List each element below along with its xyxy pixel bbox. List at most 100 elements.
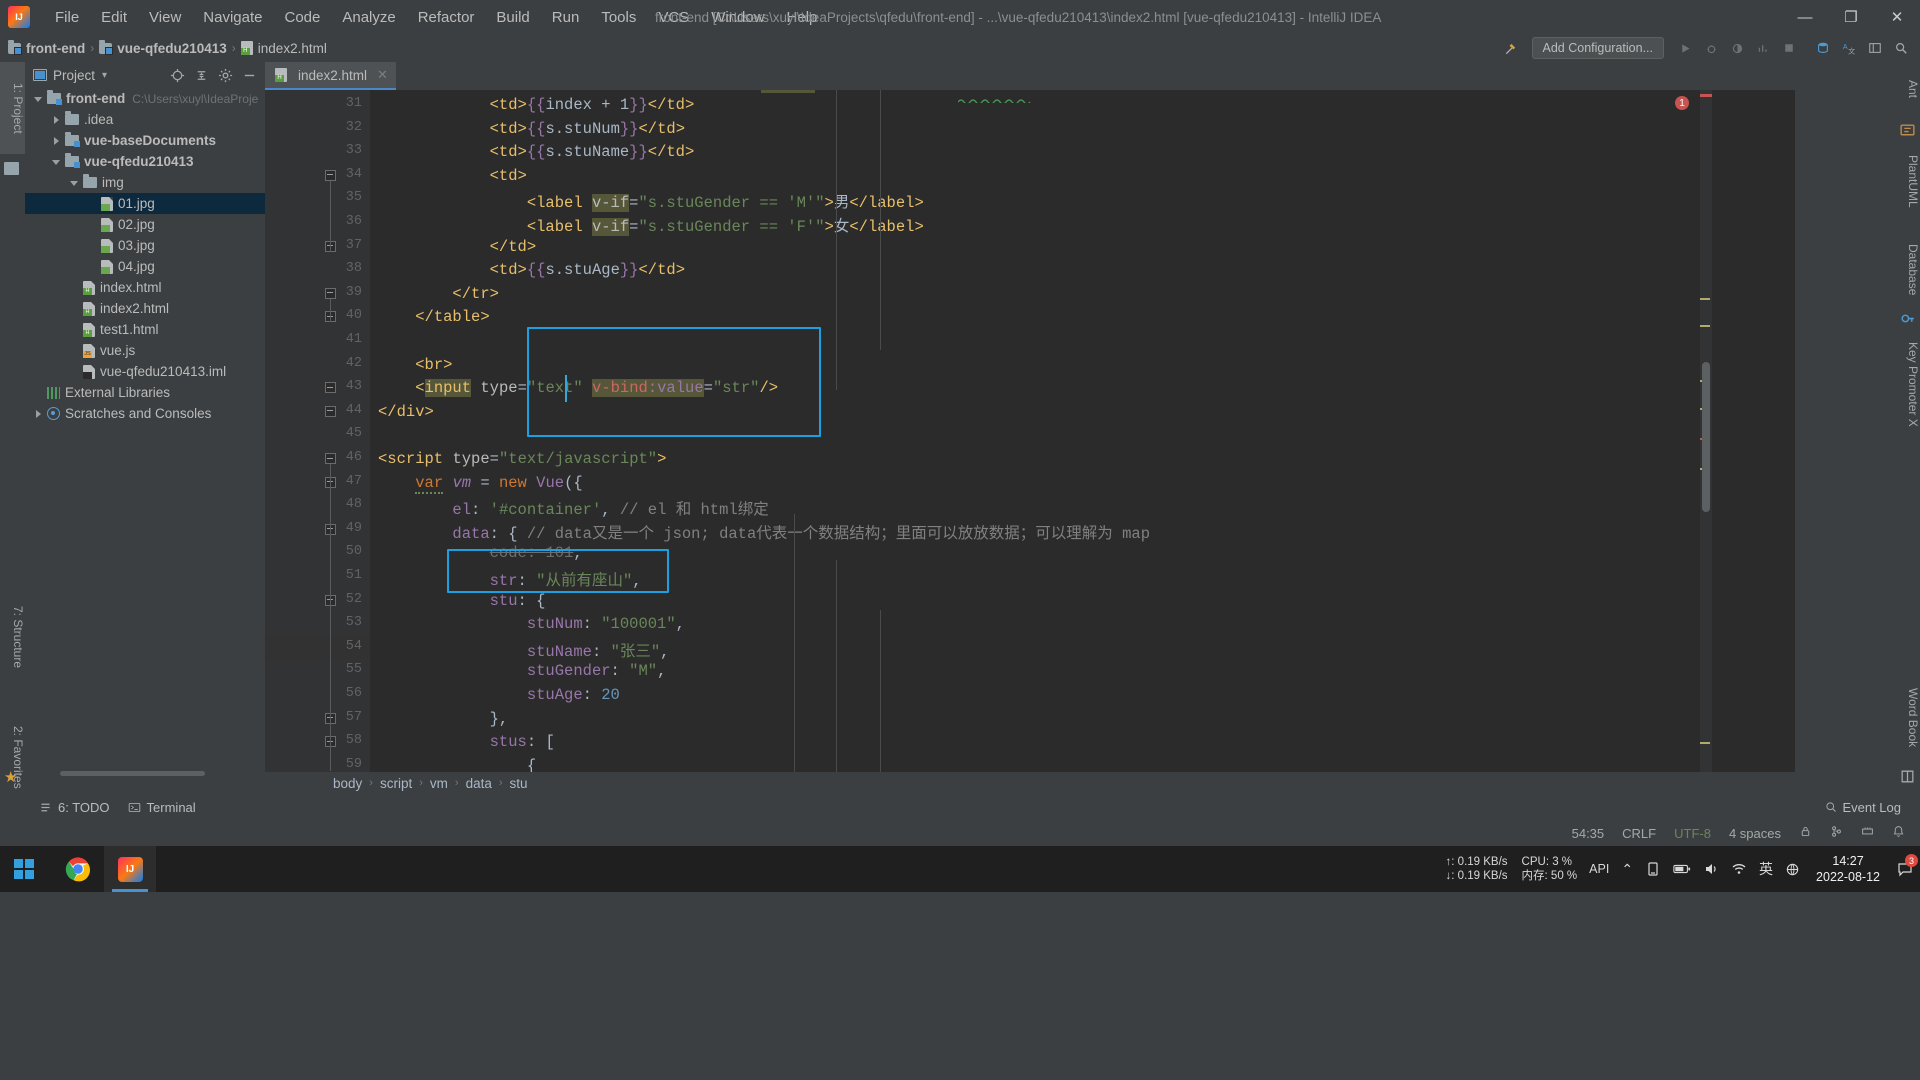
- menu-tools[interactable]: Tools: [590, 6, 647, 29]
- chevron-down-icon[interactable]: [33, 93, 44, 104]
- menu-navigate[interactable]: Navigate: [192, 6, 273, 29]
- code-content[interactable]: <td>{{index + 1}}</td> <td>{{s.stuNum}}<…: [370, 90, 1700, 780]
- breadcrumb-body[interactable]: body: [333, 776, 362, 791]
- sidebar-item-word-book[interactable]: Word Book: [1895, 672, 1920, 764]
- layout-settings-icon[interactable]: [1862, 36, 1888, 60]
- code-line[interactable]: <td>{{s.stuNum}}</td>: [378, 120, 685, 138]
- chevron-down-icon[interactable]: [69, 177, 80, 188]
- code-line[interactable]: stuName: "张三",: [378, 639, 670, 661]
- editor-marker[interactable]: [1700, 298, 1710, 300]
- plantuml-icon[interactable]: [1899, 122, 1916, 139]
- breadcrumb-data[interactable]: data: [466, 776, 492, 791]
- sidebar-item-project[interactable]: 1: Project: [0, 62, 25, 154]
- tree-item[interactable]: img: [25, 172, 265, 193]
- chevron-right-icon[interactable]: [51, 114, 62, 125]
- fold-toggle-icon[interactable]: [325, 453, 336, 464]
- chevron-down-icon[interactable]: [51, 156, 62, 167]
- maximize-button[interactable]: ❐: [1828, 0, 1874, 34]
- menu-edit[interactable]: Edit: [90, 6, 138, 29]
- locate-icon[interactable]: [165, 63, 189, 87]
- sidebar-item-key-promoter[interactable]: Key Promoter X: [1895, 330, 1920, 438]
- minimize-button[interactable]: —: [1782, 0, 1828, 34]
- code-line[interactable]: <td>{{s.stuName}}</td>: [378, 143, 695, 161]
- indent-setting[interactable]: 4 spaces: [1720, 826, 1790, 841]
- sidebar-item-structure[interactable]: 7: Structure: [0, 582, 25, 692]
- fold-toggle-icon[interactable]: [325, 405, 336, 417]
- code-line[interactable]: stuGender: "M",: [378, 662, 667, 680]
- breadcrumb-front-end[interactable]: front-end: [8, 39, 85, 56]
- project-horizontal-scrollbar[interactable]: [60, 771, 205, 776]
- folder-icon[interactable]: [4, 162, 19, 175]
- sidebar-item-plantuml[interactable]: PlantUML: [1895, 142, 1920, 220]
- api-label[interactable]: API: [1583, 862, 1615, 876]
- code-line[interactable]: <label v-if="s.stuGender == 'M'">男</labe…: [378, 190, 924, 213]
- settings-gear-icon[interactable]: [213, 63, 237, 87]
- code-line[interactable]: code: 101,: [378, 544, 583, 562]
- ime-settings-icon[interactable]: [1779, 862, 1806, 877]
- tree-item[interactable]: Scratches and Consoles: [25, 403, 265, 424]
- code-line[interactable]: el: '#container', // el 和 html绑定: [378, 497, 768, 519]
- key-promoter-icon[interactable]: [1899, 310, 1916, 327]
- breadcrumb-vm[interactable]: vm: [430, 776, 448, 791]
- code-line[interactable]: <br>: [378, 356, 452, 374]
- tree-item[interactable]: Htest1.html: [25, 319, 265, 340]
- database-sync-icon[interactable]: [1810, 36, 1836, 60]
- tab-index2-html[interactable]: index2.html ✕: [265, 62, 396, 90]
- code-line[interactable]: <input type="text" v-bind:value="str"/>: [378, 379, 778, 398]
- tree-item[interactable]: Hindex.html: [25, 277, 265, 298]
- tree-item[interactable]: 01.jpg: [25, 193, 265, 214]
- tree-item[interactable]: Hindex2.html: [25, 298, 265, 319]
- code-line[interactable]: },: [378, 710, 509, 728]
- vcs-branch-icon[interactable]: [1821, 825, 1852, 841]
- search-everywhere-icon[interactable]: [1888, 36, 1914, 60]
- notifications-bell-icon[interactable]: [1883, 825, 1914, 841]
- tree-item[interactable]: .idea: [25, 109, 265, 130]
- notification-center-icon[interactable]: 3: [1890, 846, 1920, 892]
- project-tree[interactable]: front-end C:\Users\xuyl\IdeaProje .idea vue…: [25, 88, 265, 753]
- tree-item[interactable]: front-end C:\Users\xuyl\IdeaProje: [25, 88, 265, 109]
- fold-toggle-icon[interactable]: [325, 169, 336, 181]
- ime-indicator[interactable]: 英: [1753, 859, 1779, 879]
- todo-tool-button[interactable]: 6: TODO: [30, 794, 119, 820]
- code-line[interactable]: str: "从前有座山",: [378, 568, 642, 590]
- code-line[interactable]: <td>: [378, 167, 527, 185]
- event-log-button[interactable]: Event Log: [1816, 794, 1910, 820]
- code-line[interactable]: </td>: [378, 238, 537, 256]
- code-line[interactable]: </table>: [378, 308, 489, 326]
- fold-toggle-icon[interactable]: [325, 382, 336, 394]
- breadcrumb-vue-qfedu210413[interactable]: vue-qfedu210413: [99, 39, 227, 56]
- run-icon[interactable]: [1672, 36, 1698, 60]
- code-line[interactable]: </tr>: [378, 285, 499, 303]
- debug-icon[interactable]: [1698, 36, 1724, 60]
- close-button[interactable]: ✕: [1874, 0, 1920, 34]
- add-configuration-button[interactable]: Add Configuration...: [1531, 37, 1664, 59]
- code-line[interactable]: stus: [: [378, 733, 555, 751]
- code-line[interactable]: data: { // data又是一个 json; data代表一个数据结构；里…: [378, 521, 1150, 543]
- tree-item[interactable]: 04.jpg: [25, 256, 265, 277]
- terminal-tool-button[interactable]: Terminal: [119, 794, 205, 820]
- tree-item[interactable]: External Libraries: [25, 382, 265, 403]
- tree-item[interactable]: 02.jpg: [25, 214, 265, 235]
- sidebar-item-database[interactable]: Database: [1895, 230, 1920, 310]
- editor-marker[interactable]: [1700, 742, 1710, 744]
- file-encoding[interactable]: UTF-8: [1665, 826, 1720, 841]
- editor-marker[interactable]: [1700, 325, 1710, 327]
- profiler-icon[interactable]: [1750, 36, 1776, 60]
- translate-icon[interactable]: A文: [1836, 36, 1862, 60]
- code-line[interactable]: <td>{{s.stuAge}}</td>: [378, 261, 685, 279]
- line-separator[interactable]: CRLF: [1613, 826, 1665, 841]
- chevron-right-icon[interactable]: [33, 408, 44, 419]
- intellij-idea-icon[interactable]: IJ: [104, 846, 156, 892]
- menu-file[interactable]: File: [44, 6, 90, 29]
- breadcrumb-script[interactable]: script: [380, 776, 412, 791]
- menu-code[interactable]: Code: [273, 6, 331, 29]
- code-line[interactable]: </div>: [378, 403, 434, 421]
- error-count-badge[interactable]: 1: [1675, 96, 1689, 110]
- menu-run[interactable]: Run: [541, 6, 591, 29]
- tree-item[interactable]: vue-baseDocuments: [25, 130, 265, 151]
- editor-marker[interactable]: [1700, 94, 1712, 97]
- tree-item[interactable]: vue-qfedu210413.iml: [25, 361, 265, 382]
- tree-item[interactable]: 03.jpg: [25, 235, 265, 256]
- volume-icon[interactable]: [1697, 861, 1725, 877]
- lock-icon[interactable]: [1790, 825, 1821, 841]
